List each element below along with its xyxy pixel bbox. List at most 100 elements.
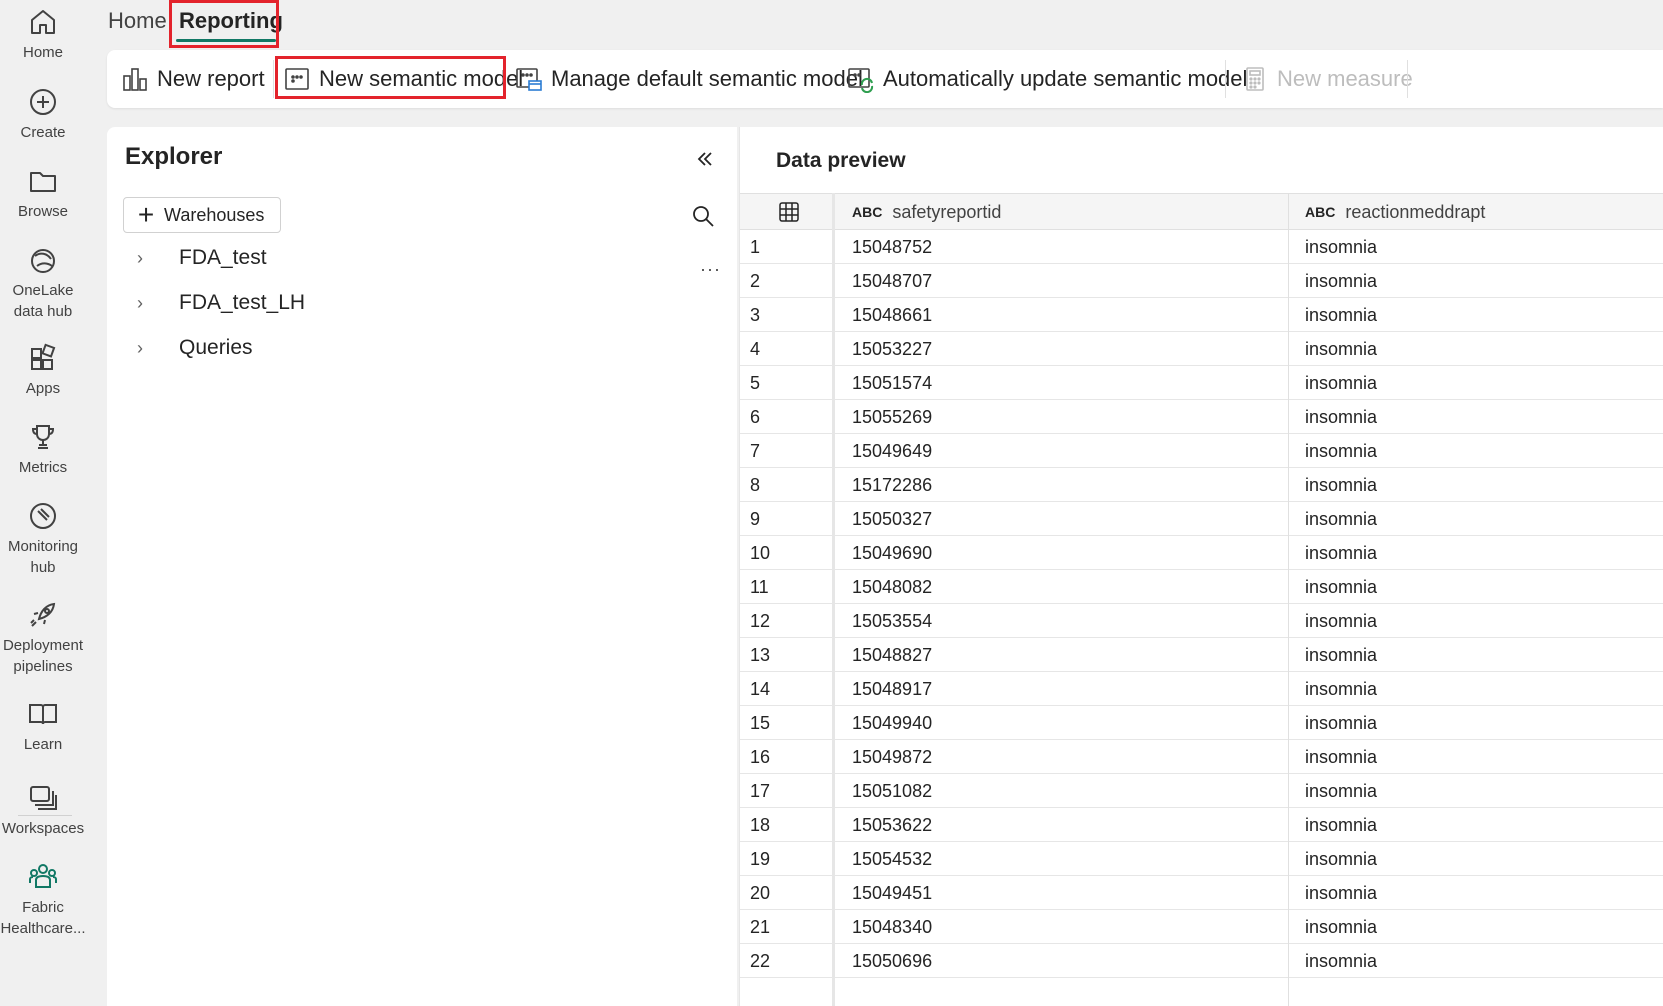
row-index-cell[interactable]: 13 (750, 638, 770, 672)
row-index-cell[interactable]: 18 (750, 808, 770, 842)
table-row[interactable]: 3 15048661 insomnia (740, 298, 1663, 332)
reactionmeddrapt-cell[interactable]: insomnia (1305, 944, 1377, 978)
reactionmeddrapt-cell[interactable]: insomnia (1305, 332, 1377, 366)
manage-default-semantic-model-button[interactable]: Manage default semantic model (515, 62, 863, 96)
reactionmeddrapt-cell[interactable]: insomnia (1305, 638, 1377, 672)
auto-update-semantic-model-button[interactable]: Automatically update semantic model (847, 62, 1247, 96)
rail-item-monitoring[interactable]: Monitoring hub (0, 500, 86, 578)
safetyreportid-cell[interactable]: 15048752 (852, 230, 932, 264)
reactionmeddrapt-cell[interactable]: insomnia (1305, 298, 1377, 332)
safetyreportid-cell[interactable]: 15172286 (852, 468, 932, 502)
add-warehouses-button[interactable]: + Warehouses (123, 197, 281, 233)
row-index-cell[interactable]: 22 (750, 944, 770, 978)
reactionmeddrapt-cell[interactable]: insomnia (1305, 468, 1377, 502)
reactionmeddrapt-cell[interactable]: insomnia (1305, 774, 1377, 808)
safetyreportid-cell[interactable]: 15049690 (852, 536, 932, 570)
safetyreportid-cell[interactable]: 15049649 (852, 434, 932, 468)
reactionmeddrapt-cell[interactable]: insomnia (1305, 502, 1377, 536)
table-row[interactable]: 18 15053622 insomnia (740, 808, 1663, 842)
table-row[interactable]: 7 15049649 insomnia (740, 434, 1663, 468)
row-index-cell[interactable]: 20 (750, 876, 770, 910)
table-row[interactable]: 22 15050696 insomnia (740, 944, 1663, 978)
rail-item-metrics[interactable]: Metrics (0, 421, 86, 478)
reactionmeddrapt-cell[interactable]: insomnia (1305, 570, 1377, 604)
row-index-cell[interactable]: 11 (750, 570, 769, 604)
rail-item-learn[interactable]: Learn (0, 698, 86, 755)
safetyreportid-cell[interactable]: 15049872 (852, 740, 932, 774)
reactionmeddrapt-cell[interactable]: insomnia (1305, 842, 1377, 876)
safetyreportid-cell[interactable]: 15049940 (852, 706, 932, 740)
safetyreportid-cell[interactable]: 15054532 (852, 842, 932, 876)
rail-item-browse[interactable]: Browse (0, 165, 86, 222)
rail-item-workspaces[interactable]: Workspaces (0, 782, 86, 839)
tree-item-fda-test-lh[interactable]: › FDA_test_LH (137, 288, 305, 318)
table-row[interactable]: 4 15053227 insomnia (740, 332, 1663, 366)
row-index-cell[interactable]: 21 (750, 910, 770, 944)
safetyreportid-cell[interactable]: 15051082 (852, 774, 932, 808)
search-icon[interactable] (690, 203, 716, 229)
tree-item-queries[interactable]: › Queries (137, 333, 253, 363)
row-index-cell[interactable]: 3 (750, 298, 760, 332)
table-row[interactable]: 5 15051574 insomnia (740, 366, 1663, 400)
rail-item-home[interactable]: Home (0, 6, 86, 63)
row-index-cell[interactable]: 7 (750, 434, 760, 468)
row-index-cell[interactable]: 1 (750, 230, 760, 264)
table-row[interactable]: 14 15048917 insomnia (740, 672, 1663, 706)
table-row[interactable]: 9 15050327 insomnia (740, 502, 1663, 536)
row-index-cell[interactable]: 10 (750, 536, 770, 570)
safetyreportid-cell[interactable]: 15048917 (852, 672, 932, 706)
table-row[interactable]: 6 15055269 insomnia (740, 400, 1663, 434)
table-row[interactable]: 2 15048707 insomnia (740, 264, 1663, 298)
safetyreportid-cell[interactable]: 15050327 (852, 502, 932, 536)
table-row[interactable]: 17 15051082 insomnia (740, 774, 1663, 808)
new-measure-button[interactable]: New measure (1241, 62, 1413, 96)
reactionmeddrapt-cell[interactable]: insomnia (1305, 230, 1377, 264)
rail-item-apps[interactable]: Apps (0, 342, 86, 399)
reactionmeddrapt-cell[interactable]: insomnia (1305, 434, 1377, 468)
table-row[interactable]: 21 15048340 insomnia (740, 910, 1663, 944)
chevron-right-icon[interactable]: › (137, 248, 151, 269)
row-index-cell[interactable]: 4 (750, 332, 760, 366)
row-index-cell[interactable]: 17 (750, 774, 770, 808)
new-report-button[interactable]: New report (121, 62, 265, 96)
table-row[interactable]: 8 15172286 insomnia (740, 468, 1663, 502)
reactionmeddrapt-cell[interactable]: insomnia (1305, 910, 1377, 944)
tab-home[interactable]: Home (108, 8, 167, 34)
safetyreportid-cell[interactable]: 15053554 (852, 604, 932, 638)
reactionmeddrapt-cell[interactable]: insomnia (1305, 264, 1377, 298)
column-header-safetyreportid[interactable]: ABC safetyreportid (852, 194, 1001, 230)
reactionmeddrapt-cell[interactable]: insomnia (1305, 672, 1377, 706)
row-index-cell[interactable]: 14 (750, 672, 770, 706)
safetyreportid-cell[interactable]: 15053622 (852, 808, 932, 842)
rail-item-fabric-healthcare[interactable]: Fabric Healthcare... (0, 861, 86, 939)
reactionmeddrapt-cell[interactable]: insomnia (1305, 536, 1377, 570)
table-row[interactable]: 11 15048082 insomnia (740, 570, 1663, 604)
reactionmeddrapt-cell[interactable]: insomnia (1305, 876, 1377, 910)
table-row[interactable]: 15 15049940 insomnia (740, 706, 1663, 740)
safetyreportid-cell[interactable]: 15048707 (852, 264, 932, 298)
safetyreportid-cell[interactable]: 15055269 (852, 400, 932, 434)
row-index-cell[interactable]: 9 (750, 502, 760, 536)
reactionmeddrapt-cell[interactable]: insomnia (1305, 808, 1377, 842)
reactionmeddrapt-cell[interactable]: insomnia (1305, 706, 1377, 740)
row-index-cell[interactable]: 8 (750, 468, 760, 502)
tree-item-fda-test[interactable]: › FDA_test (137, 243, 267, 273)
reactionmeddrapt-cell[interactable]: insomnia (1305, 366, 1377, 400)
collapse-pane-icon[interactable] (693, 147, 717, 171)
row-index-cell[interactable]: 6 (750, 400, 760, 434)
row-index-cell[interactable]: 12 (750, 604, 770, 638)
reactionmeddrapt-cell[interactable]: insomnia (1305, 400, 1377, 434)
reactionmeddrapt-cell[interactable]: insomnia (1305, 740, 1377, 774)
column-header-reactionmeddrapt[interactable]: ABC reactionmeddrapt (1305, 194, 1485, 230)
table-row[interactable]: 1 15048752 insomnia (740, 230, 1663, 264)
table-row[interactable]: 12 15053554 insomnia (740, 604, 1663, 638)
row-index-cell[interactable]: 5 (750, 366, 760, 400)
safetyreportid-cell[interactable]: 15053227 (852, 332, 932, 366)
safetyreportid-cell[interactable]: 15048340 (852, 910, 932, 944)
safetyreportid-cell[interactable]: 15048082 (852, 570, 932, 604)
row-index-cell[interactable]: 15 (750, 706, 770, 740)
table-row[interactable]: 19 15054532 insomnia (740, 842, 1663, 876)
more-options-icon[interactable]: ··· (700, 259, 721, 280)
row-index-cell[interactable]: 16 (750, 740, 770, 774)
table-grid-icon[interactable] (778, 194, 800, 230)
